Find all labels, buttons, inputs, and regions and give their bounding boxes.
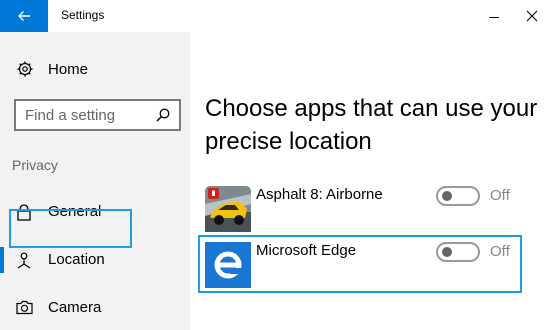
search-icon[interactable]: [156, 108, 170, 122]
nav-home[interactable]: Home: [0, 52, 190, 86]
asphalt-app-icon: [205, 186, 251, 232]
page-title: Choose apps that can use your precise lo…: [205, 95, 538, 155]
lock-icon: [17, 204, 31, 221]
location-person-icon: [17, 252, 31, 269]
search-input[interactable]: Find a setting: [14, 99, 181, 131]
close-button[interactable]: [515, 2, 549, 30]
camera-icon: [16, 300, 33, 315]
location-toggle-edge[interactable]: [436, 242, 480, 262]
back-button[interactable]: [0, 0, 48, 32]
sidebar-item-general[interactable]: General: [0, 192, 190, 232]
sidebar-item-label: General: [48, 203, 102, 220]
sidebar: Home Find a setting Privacy General Loca…: [0, 32, 190, 330]
window-title: Settings: [61, 8, 105, 22]
toggle-knob: [442, 191, 452, 201]
close-icon: [526, 10, 538, 22]
nav-home-label: Home: [48, 61, 89, 78]
app-row-asphalt: Asphalt 8: Airborne Off: [198, 180, 543, 238]
sidebar-item-label: Location: [48, 251, 105, 268]
app-row-edge: Microsoft Edge Off: [198, 236, 543, 294]
back-arrow-icon: [18, 11, 30, 21]
toggle-knob: [442, 247, 452, 257]
sidebar-item-location[interactable]: Location: [0, 240, 190, 280]
selection-indicator: [0, 247, 4, 273]
app-name: Microsoft Edge: [256, 242, 357, 259]
sidebar-item-camera[interactable]: Camera: [0, 288, 190, 328]
location-toggle-asphalt[interactable]: [436, 186, 480, 206]
search-placeholder: Find a setting: [25, 107, 116, 124]
toggle-state-label: Off: [490, 187, 510, 204]
section-label-privacy: Privacy: [12, 157, 58, 173]
minimize-icon: [489, 17, 499, 18]
edge-app-icon: [205, 242, 251, 288]
app-name: Asphalt 8: Airborne: [256, 186, 383, 203]
toggle-state-label: Off: [490, 243, 510, 260]
minimize-button[interactable]: [479, 2, 509, 30]
title-bar: Settings: [0, 0, 555, 32]
gear-icon: [17, 61, 33, 77]
sidebar-item-label: Camera: [48, 299, 102, 316]
